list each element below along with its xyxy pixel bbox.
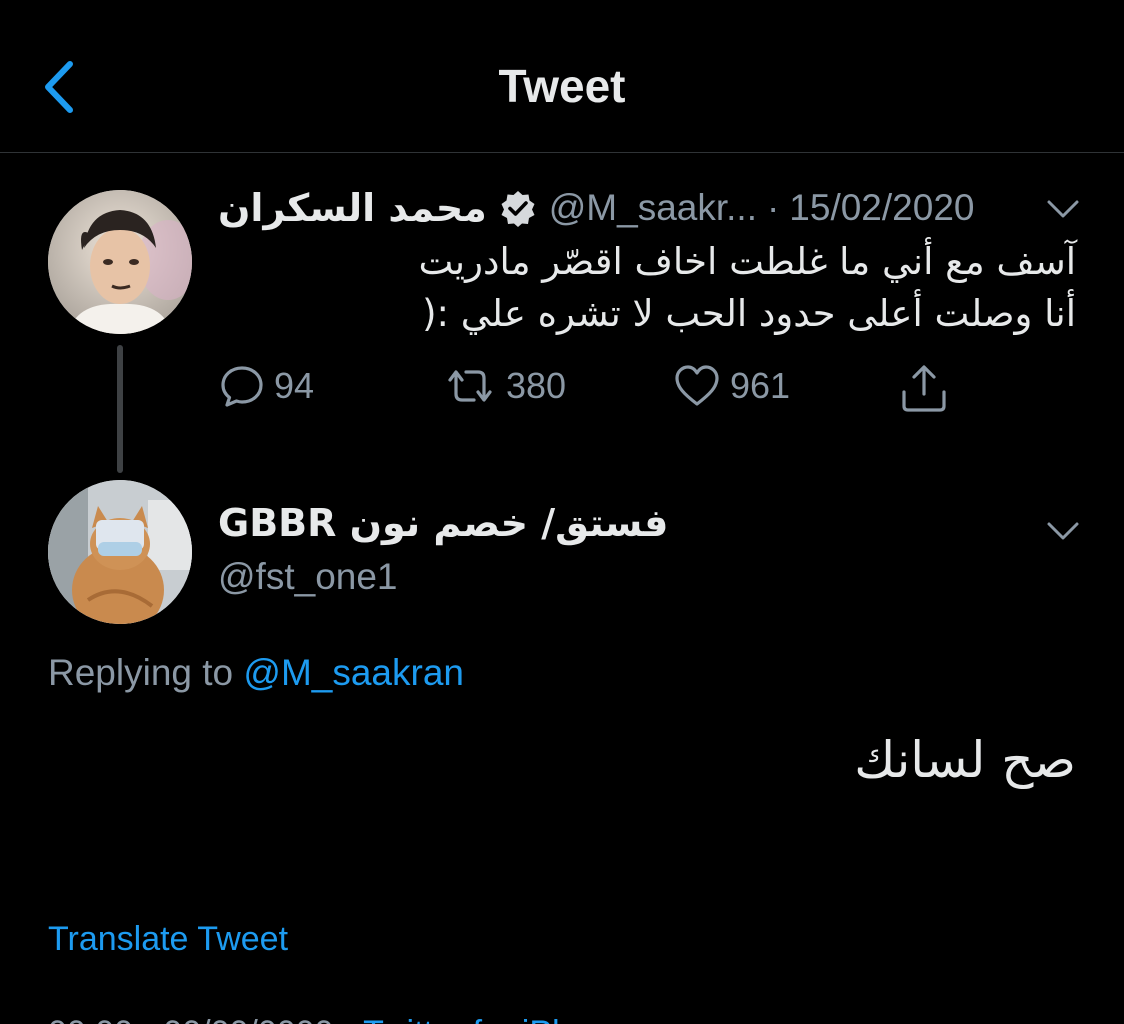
top-nav-bar: Tweet: [0, 0, 1124, 153]
tweet-timestamp: 00:00 · 00/00/0000 ·: [48, 1014, 354, 1024]
verified-badge-icon: [501, 191, 535, 227]
replying-to-line: Replying to @M_saakran: [48, 646, 464, 700]
tweet-text-line: آسف مع أني ما غلطت اخاف اقصّر مادريت: [418, 240, 1076, 283]
like-count: 961: [730, 365, 791, 406]
share-icon: [902, 365, 946, 412]
avatar-image: [48, 190, 192, 334]
author-handle[interactable]: @fst_one1: [218, 550, 398, 604]
avatar-image: [48, 480, 192, 624]
chevron-down-icon[interactable]: [1044, 196, 1082, 222]
reply-count: 94: [274, 365, 315, 406]
author-display-name[interactable]: محمد السكران: [218, 186, 487, 230]
thread-connector-line: [117, 345, 123, 473]
tweet-header: محمد السكران @M_saakr... · 15/02/2020: [218, 180, 1080, 236]
retweet-icon: [448, 370, 492, 402]
tweet-text-line: أنا وصلت أعلى حدود الحب لا تشره علي :(: [422, 292, 1076, 335]
tweet-date[interactable]: 15/02/2020: [789, 187, 974, 229]
share-button[interactable]: [898, 362, 950, 414]
tweet-text: آسف مع أني ما غلطت اخاف اقصّر مادريت أنا…: [218, 236, 1076, 340]
replying-to-label: Replying to: [48, 652, 234, 693]
heart-icon: [675, 365, 719, 406]
translate-tweet-link[interactable]: Translate Tweet: [48, 914, 288, 964]
page-title: Tweet: [498, 60, 626, 112]
author-handle[interactable]: @M_saakr...: [549, 187, 757, 229]
avatar[interactable]: [48, 190, 192, 334]
retweet-count: 380: [506, 365, 567, 406]
like-button[interactable]: 961: [672, 362, 790, 410]
chevron-down-icon[interactable]: [1044, 518, 1082, 544]
separator-dot: ·: [766, 187, 780, 228]
replying-to-handle-link[interactable]: @M_saakran: [243, 652, 464, 693]
tweet-source-link[interactable]: Twitter for iPhone: [363, 1014, 628, 1024]
tweet-detail-screen: Tweet محمد السكران @M_saakr... · 15/02/2…: [0, 0, 1124, 1024]
author-display-name[interactable]: فستق/ خصم نون GBBR: [218, 496, 668, 550]
reply-bubble-icon: [221, 366, 263, 407]
reply-button[interactable]: 94: [218, 362, 314, 410]
avatar[interactable]: [48, 480, 192, 624]
tweet-timestamp-line: 00:00 · 00/00/0000 · Twitter for iPhone: [48, 1008, 628, 1024]
reply-tweet-text: صح لسانك: [854, 731, 1076, 789]
retweet-button[interactable]: 380: [442, 362, 566, 410]
